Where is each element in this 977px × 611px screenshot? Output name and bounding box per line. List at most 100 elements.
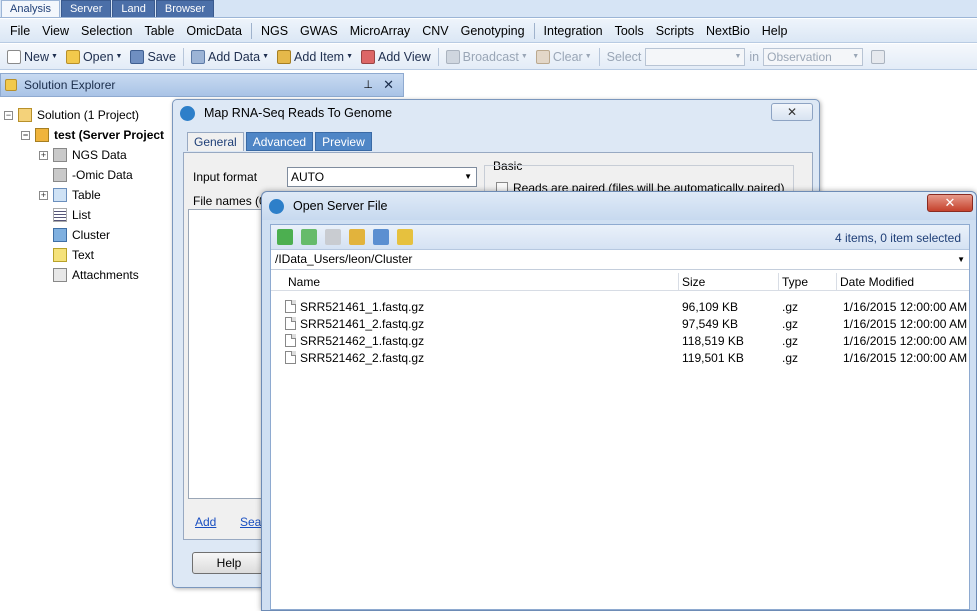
menu-selection[interactable]: Selection xyxy=(75,20,138,42)
file-icon xyxy=(285,351,296,364)
add-item-button[interactable]: Add Item ▼ xyxy=(273,46,357,68)
in-label: in xyxy=(749,49,760,64)
file-name: SRR521461_2.fastq.gz xyxy=(300,317,425,331)
tree-item-ngs-data[interactable]: + NGS Data xyxy=(39,146,127,164)
column-size[interactable]: Size xyxy=(679,273,779,291)
add-view-button[interactable]: Add View xyxy=(357,46,435,68)
observation-combo[interactable]: Observation ▼ xyxy=(763,47,864,66)
collapse-icon[interactable]: − xyxy=(4,110,13,120)
file-size: 97,549 KB xyxy=(682,317,739,331)
tab-server[interactable]: Server xyxy=(60,0,112,17)
toolbar-separator xyxy=(437,47,439,66)
open-server-file-dialog: Open Server File ✕ 4 items, 0 item selec… xyxy=(261,191,977,611)
tree-item-project[interactable]: − test (Server Project xyxy=(21,126,164,144)
file-type: .gz xyxy=(782,351,799,365)
add-data-icon xyxy=(190,49,205,64)
expand-icon[interactable]: + xyxy=(39,190,48,200)
home-icon[interactable] xyxy=(373,229,389,245)
menu-tools[interactable]: Tools xyxy=(609,20,650,42)
tab-analysis[interactable]: Analysis xyxy=(1,0,60,17)
tab-land[interactable]: Land xyxy=(112,0,155,17)
tree-item-label: Attachments xyxy=(72,268,139,282)
chevron-down-icon: ▼ xyxy=(115,53,123,60)
close-icon[interactable]: ✕ xyxy=(927,194,973,212)
menu-genotyping[interactable]: Genotyping xyxy=(455,20,531,42)
menu-integration[interactable]: Integration xyxy=(538,20,609,42)
osf-titlebar: Open Server File xyxy=(262,192,976,220)
add-data-label: Add Data xyxy=(207,49,261,64)
menu-gwas[interactable]: GWAS xyxy=(294,20,344,42)
sync-icon[interactable] xyxy=(301,229,317,245)
add-data-button[interactable]: Add Data ▼ xyxy=(187,46,273,68)
data-grid-icon xyxy=(53,148,67,162)
broadcast-button[interactable]: Broadcast ▼ xyxy=(442,46,532,68)
menu-scripts[interactable]: Scripts xyxy=(650,20,700,42)
menu-cnv[interactable]: CNV xyxy=(416,20,454,42)
menu-help[interactable]: Help xyxy=(756,20,794,42)
collapse-icon[interactable]: − xyxy=(21,130,30,140)
input-format-select[interactable]: AUTO ▼ xyxy=(287,167,477,187)
column-name[interactable]: Name xyxy=(285,273,679,291)
up-folder-icon[interactable] xyxy=(397,229,413,245)
new-folder-icon[interactable] xyxy=(325,229,341,245)
tree-item-text[interactable]: Text xyxy=(53,246,94,264)
app-logo-icon xyxy=(269,198,284,214)
menu-omicdata[interactable]: OmicData xyxy=(180,20,248,42)
add-item-label: Add Item xyxy=(294,49,345,64)
close-icon[interactable]: ✕ xyxy=(771,103,813,121)
pin-icon[interactable]: ⊥ xyxy=(363,78,373,91)
file-name-cell: SRR521461_2.fastq.gz xyxy=(285,316,424,333)
table-row[interactable]: SRR521461_2.fastq.gz 97,549 KB .gz 1/16/… xyxy=(271,316,969,333)
menu-ngs[interactable]: NGS xyxy=(255,20,294,42)
chevron-down-icon: ▼ xyxy=(852,52,860,60)
item-count-status: 4 items, 0 item selected xyxy=(834,231,961,245)
tree-item-cluster[interactable]: Cluster xyxy=(53,226,110,244)
tab-advanced[interactable]: Advanced xyxy=(245,132,314,151)
file-size: 118,519 KB xyxy=(682,334,744,348)
file-date: 1/16/2015 12:00:00 AM xyxy=(843,300,968,314)
file-names-label: File names (0) xyxy=(193,194,270,208)
add-item-icon xyxy=(277,49,292,64)
tab-preview[interactable]: Preview xyxy=(315,132,372,151)
tab-browser[interactable]: Browser xyxy=(155,0,215,17)
menu-file[interactable]: File xyxy=(4,20,36,42)
column-type[interactable]: Type xyxy=(779,273,837,291)
expand-icon[interactable]: + xyxy=(39,150,48,160)
open-button[interactable]: Open ▼ xyxy=(62,46,127,68)
menu-microarray[interactable]: MicroArray xyxy=(344,20,416,42)
file-icon xyxy=(285,300,296,313)
new-button[interactable]: New ▼ xyxy=(3,46,62,68)
close-icon[interactable]: ✕ xyxy=(383,77,394,93)
map-dialog-titlebar: Map RNA-Seq Reads To Genome xyxy=(173,100,819,126)
filter-settings-icon[interactable] xyxy=(871,49,886,64)
user-icon[interactable] xyxy=(349,229,365,245)
broadcast-label: Broadcast xyxy=(462,49,519,64)
tree-item-list[interactable]: List xyxy=(53,206,91,224)
tree-item-attachments[interactable]: Attachments xyxy=(53,266,139,284)
cluster-icon xyxy=(53,228,67,242)
solution-explorer-title: Solution Explorer xyxy=(24,78,116,92)
refresh-icon[interactable] xyxy=(277,229,293,245)
path-combo[interactable]: /IData_Users/leon/Cluster ▼ xyxy=(271,250,969,270)
column-date-modified[interactable]: Date Modified xyxy=(837,273,969,291)
table-row[interactable]: SRR521462_2.fastq.gz 119,501 KB .gz 1/16… xyxy=(271,350,969,367)
tree-item-table[interactable]: + Table xyxy=(39,186,101,204)
menu-view[interactable]: View xyxy=(36,20,75,42)
add-link[interactable]: Add xyxy=(195,515,216,529)
clear-label: Clear xyxy=(552,49,583,64)
menu-nextbio[interactable]: NextBio xyxy=(700,20,756,42)
select-combo[interactable]: ▼ xyxy=(645,47,746,66)
file-size: 119,501 KB xyxy=(682,351,744,365)
tab-general[interactable]: General xyxy=(187,132,244,151)
clear-button[interactable]: Clear ▼ xyxy=(532,46,596,68)
table-row[interactable]: SRR521461_1.fastq.gz 96,109 KB .gz 1/16/… xyxy=(271,299,969,316)
save-button[interactable]: Save xyxy=(126,46,180,68)
broadcast-icon xyxy=(445,49,460,64)
solution-icon xyxy=(18,108,32,122)
menu-table[interactable]: Table xyxy=(138,20,180,42)
file-icon xyxy=(285,317,296,330)
table-row[interactable]: SRR521462_1.fastq.gz 118,519 KB .gz 1/16… xyxy=(271,333,969,350)
tree-item-omic-data[interactable]: -Omic Data xyxy=(53,166,133,184)
tree-item-solution[interactable]: − Solution (1 Project) xyxy=(4,106,139,124)
help-button[interactable]: Help xyxy=(192,552,266,574)
